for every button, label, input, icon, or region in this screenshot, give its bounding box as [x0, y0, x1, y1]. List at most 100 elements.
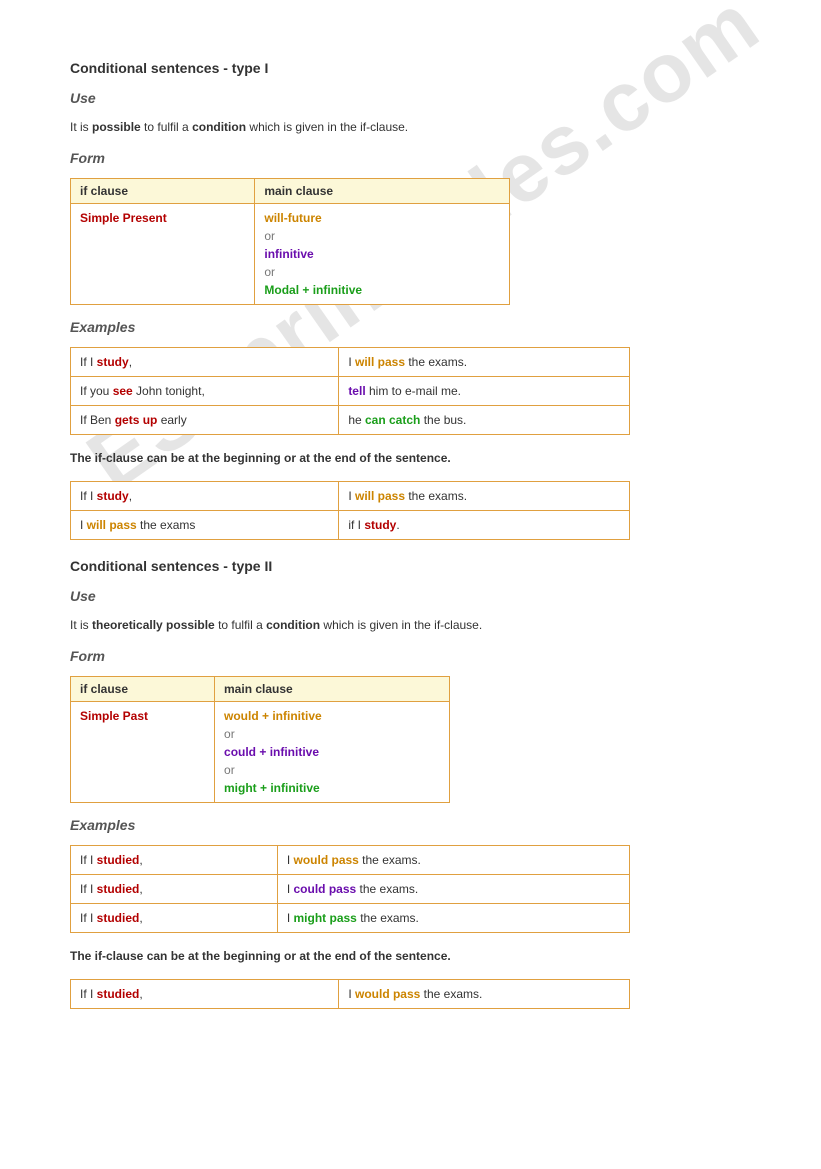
t: I — [348, 355, 355, 369]
t: will pass — [355, 489, 405, 503]
t: If I — [80, 489, 97, 503]
form-left-1: Simple Present — [71, 204, 255, 305]
th-if-1: if clause — [71, 179, 255, 204]
note-table-1: If I study, I will pass the exams. I wil… — [70, 481, 630, 540]
ex2-r0-r: I would pass the exams. — [277, 846, 629, 875]
t: . — [396, 518, 399, 532]
th-main-2: main clause — [215, 677, 450, 702]
page-content: Conditional sentences - type I Use It is… — [0, 0, 821, 1063]
nt2-r0-r: I would pass the exams. — [339, 980, 630, 1009]
fr2-l1: would + infinitive — [224, 709, 322, 723]
fr1-or2: or — [264, 265, 275, 279]
t: If I — [80, 911, 97, 925]
nt1-r0-l: If I study, — [71, 482, 339, 511]
form-left-2: Simple Past — [71, 702, 215, 803]
t: If Ben — [80, 413, 115, 427]
heading-form-1: Form — [70, 150, 751, 166]
t: him to e-mail me. — [366, 384, 461, 398]
form-table-1: if clause main clause Simple Present wil… — [70, 178, 510, 305]
table-row: If you see John tonight, tell him to e-m… — [71, 377, 630, 406]
t: If I — [80, 355, 97, 369]
t: studied — [97, 911, 140, 925]
heading-form-2: Form — [70, 648, 751, 664]
note-table-2: If I studied, I would pass the exams. — [70, 979, 630, 1009]
heading-use-2: Use — [70, 588, 751, 604]
fr1-l1: will-future — [264, 211, 321, 225]
use2-t2: to fulfil a — [215, 618, 266, 632]
table-row: if clause main clause — [71, 179, 510, 204]
t: studied — [97, 853, 140, 867]
ex2-r1-r: I could pass the exams. — [277, 875, 629, 904]
use-text-1: It is possible to fulfil a condition whi… — [70, 118, 751, 136]
ex1-r2-r: he can catch the bus. — [339, 406, 630, 435]
t: , — [139, 911, 142, 925]
heading-examples-2: Examples — [70, 817, 751, 833]
t: , — [129, 489, 132, 503]
t: I — [80, 518, 87, 532]
t: the exams. — [405, 355, 467, 369]
t: If you — [80, 384, 113, 398]
th-if-2: if clause — [71, 677, 215, 702]
table-row: Simple Past would + infinitive or could … — [71, 702, 450, 803]
table-row: Simple Present will-future or infinitive… — [71, 204, 510, 305]
fr2-or1: or — [224, 727, 235, 741]
fr1-or1: or — [264, 229, 275, 243]
t: study — [97, 489, 129, 503]
use2-t3: which is given in the if-clause. — [320, 618, 482, 632]
t: studied — [97, 882, 140, 896]
th-main-1: main clause — [255, 179, 510, 204]
ex1-r2-l: If Ben gets up early — [71, 406, 339, 435]
t: will pass — [355, 355, 405, 369]
use2-t1: It is — [70, 618, 92, 632]
t: the exams. — [359, 853, 421, 867]
nt1-r1-l: I will pass the exams — [71, 511, 339, 540]
t: will pass — [87, 518, 137, 532]
use1-b1: possible — [92, 120, 141, 134]
table-row: If I studied, I would pass the exams. — [71, 846, 630, 875]
t: , — [129, 355, 132, 369]
nt2-r0-l: If I studied, — [71, 980, 339, 1009]
t: see — [113, 384, 133, 398]
table-row: If I studied, I might pass the exams. — [71, 904, 630, 933]
heading-examples-1: Examples — [70, 319, 751, 335]
fr2-or2: or — [224, 763, 235, 777]
t: would pass — [294, 853, 359, 867]
t: the bus. — [420, 413, 466, 427]
nt1-r0-r: I will pass the exams. — [339, 482, 630, 511]
table-row: If I study, I will pass the exams. — [71, 482, 630, 511]
ex1-r0-r: I will pass the exams. — [339, 348, 630, 377]
t: I — [287, 882, 294, 896]
t: early — [157, 413, 186, 427]
t: If I — [80, 853, 97, 867]
ex2-r0-l: If I studied, — [71, 846, 278, 875]
table-row: If I studied, I would pass the exams. — [71, 980, 630, 1009]
form-table-2: if clause main clause Simple Past would … — [70, 676, 450, 803]
form-left-2-text: Simple Past — [80, 709, 148, 723]
examples-table-2: If I studied, I would pass the exams. If… — [70, 845, 630, 933]
t: If I — [80, 882, 97, 896]
use1-b2: condition — [192, 120, 246, 134]
fr2-l3: might + infinitive — [224, 781, 320, 795]
use2-b1: theoretically possible — [92, 618, 215, 632]
use2-b2: condition — [266, 618, 320, 632]
ex1-r0-l: If I study, — [71, 348, 339, 377]
t: , — [139, 882, 142, 896]
fr1-l3: Modal + infinitive — [264, 283, 362, 297]
use-text-2: It is theoretically possible to fulfil a… — [70, 616, 751, 634]
table-row: I will pass the exams if I study. — [71, 511, 630, 540]
t: If I — [80, 987, 97, 1001]
t: study — [364, 518, 396, 532]
t: the exams. — [357, 911, 419, 925]
note-2: The if-clause can be at the beginning or… — [70, 947, 751, 965]
nt1-r1-r: if I study. — [339, 511, 630, 540]
fr1-l2: infinitive — [264, 247, 313, 261]
t: the exams. — [356, 882, 418, 896]
ex2-r2-r: I might pass the exams. — [277, 904, 629, 933]
form-left-1-text: Simple Present — [80, 211, 167, 225]
note-1: The if-clause can be at the beginning or… — [70, 449, 751, 467]
examples-table-1: If I study, I will pass the exams. If yo… — [70, 347, 630, 435]
ex1-r1-r: tell him to e-mail me. — [339, 377, 630, 406]
title-type2: Conditional sentences - type II — [70, 558, 751, 574]
t: the exams. — [420, 987, 482, 1001]
t: John tonight, — [133, 384, 205, 398]
